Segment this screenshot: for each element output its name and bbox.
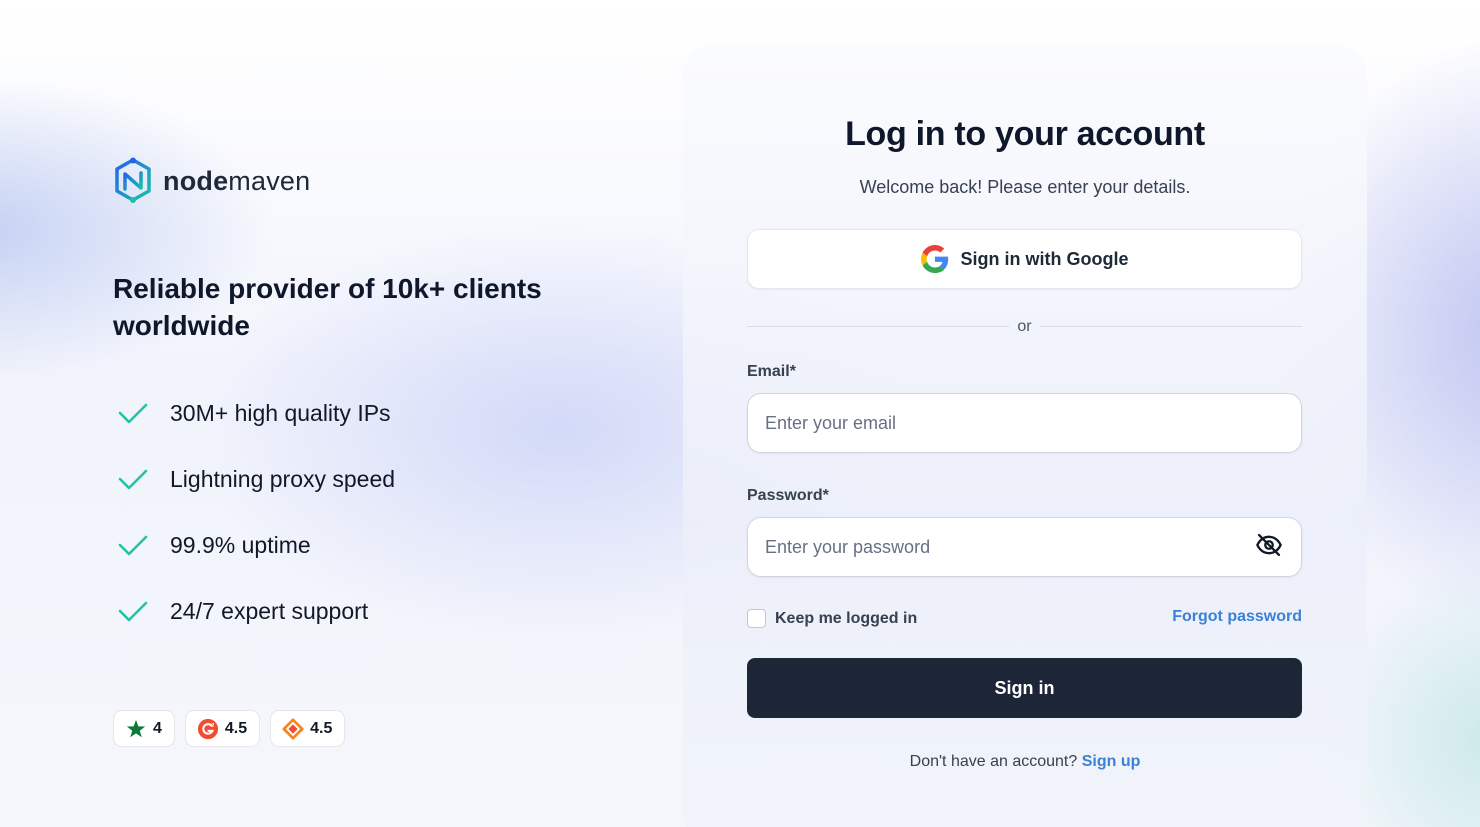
capterra-icon <box>282 717 304 740</box>
email-label: Email* <box>747 363 796 380</box>
g2-rating-badge[interactable]: 2 4.5 <box>184 710 261 747</box>
rating-badges: 4 2 4.5 4.5 <box>113 710 346 747</box>
svg-text:2: 2 <box>211 722 214 728</box>
check-icon <box>118 403 148 424</box>
google-signin-label: Sign in with Google <box>960 248 1129 269</box>
feature-list: 30M+ high quality IPs Lightning proxy sp… <box>113 380 395 644</box>
divider-line <box>1040 326 1302 327</box>
keep-logged-in[interactable]: Keep me logged in <box>747 609 917 628</box>
feature-item: 30M+ high quality IPs <box>113 380 395 446</box>
feature-item: Lightning proxy speed <box>113 446 395 512</box>
password-label: Password* <box>747 487 829 504</box>
capterra-rating-badge[interactable]: 4.5 <box>270 710 346 747</box>
keep-logged-in-checkbox[interactable] <box>747 609 766 628</box>
signin-button[interactable]: Sign in <box>747 658 1302 718</box>
tagline-heading: Reliable provider of 10k+ clients worldw… <box>113 273 542 341</box>
or-divider: or <box>747 316 1302 338</box>
check-icon <box>118 535 148 556</box>
feature-label: 24/7 expert support <box>170 597 369 624</box>
signup-prompt-text: Don't have an account? <box>909 753 1082 770</box>
nodemaven-logo-icon <box>115 157 151 203</box>
signup-link[interactable]: Sign up <box>1082 753 1141 770</box>
signup-prompt-row: Don't have an account? Sign up <box>683 753 1367 771</box>
check-icon <box>118 601 148 622</box>
feature-item: 99.9% uptime <box>113 512 395 578</box>
feature-label: Lightning proxy speed <box>170 465 396 492</box>
rating-value: 4.5 <box>310 719 333 737</box>
eye-off-icon[interactable] <box>1255 531 1283 559</box>
google-icon <box>920 245 948 273</box>
brand-logo[interactable]: nodemaven <box>113 157 310 205</box>
password-input[interactable] <box>747 517 1302 577</box>
trustpilot-rating-badge[interactable]: 4 <box>113 710 175 747</box>
feature-item: 24/7 expert support <box>113 578 395 644</box>
g2-icon: 2 <box>197 718 218 739</box>
brand-wordmark: nodemaven <box>163 165 311 196</box>
feature-label: 99.9% uptime <box>170 531 311 558</box>
promo-panel: nodemaven Reliable provider of 10k+ clie… <box>113 0 673 827</box>
keep-logged-in-label: Keep me logged in <box>775 609 918 627</box>
divider-text: or <box>1017 318 1032 335</box>
rating-value: 4.5 <box>224 719 248 737</box>
feature-label: 30M+ high quality IPs <box>170 399 391 426</box>
forgot-password-link[interactable]: Forgot password <box>1172 608 1302 626</box>
google-signin-button[interactable]: Sign in with Google <box>747 229 1302 289</box>
page-subtitle: Welcome back! Please enter your details. <box>859 177 1191 197</box>
check-icon <box>118 469 148 490</box>
email-input[interactable] <box>747 393 1302 453</box>
login-card: Log in to your account Welcome back! Ple… <box>683 45 1367 827</box>
trustpilot-star-icon <box>126 719 146 737</box>
page-title: Log in to your account <box>845 115 1205 153</box>
rating-value: 4 <box>153 719 162 737</box>
